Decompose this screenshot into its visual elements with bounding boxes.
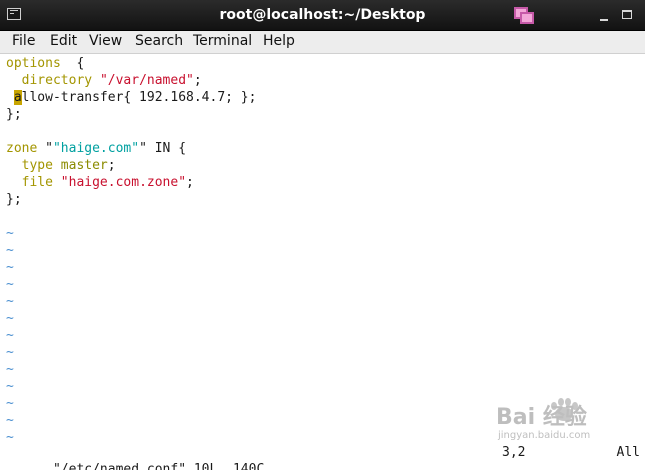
- editor-line-3: allow-transfer{ 192.168.4.7; };: [6, 89, 256, 106]
- menu-view[interactable]: View: [89, 31, 122, 53]
- empty-line-tilde: ~: [6, 345, 14, 360]
- text-cursor: a: [13, 90, 22, 105]
- empty-line-tilde: ~: [6, 277, 14, 292]
- domain-name: "haige.com": [52, 141, 140, 156]
- menu-file[interactable]: File: [12, 31, 35, 53]
- watermark-logo-text: Bai 经验: [496, 404, 587, 430]
- empty-line-tilde: ~: [6, 379, 14, 394]
- menu-search[interactable]: Search: [135, 31, 183, 53]
- menu-terminal[interactable]: Terminal: [193, 31, 252, 53]
- string: "haige.com.zone": [60, 175, 187, 190]
- menu-bar: File Edit View Search Terminal Help: [0, 31, 645, 54]
- editor-line-7: type master;: [6, 157, 116, 174]
- keyword: file: [21, 175, 53, 190]
- keyword: type: [21, 158, 53, 173]
- status-file-info: "/etc/named.conf" 10L, 140C: [52, 462, 265, 470]
- minimize-icon[interactable]: [600, 19, 608, 21]
- editor-line-9: };: [6, 192, 22, 207]
- menu-help[interactable]: Help: [263, 31, 295, 53]
- code-text: llow-transfer{ 192.168.4.7; };: [21, 90, 257, 105]
- watermark-url: jingyan.baidu.com: [497, 430, 590, 441]
- status-scroll-indicator: All: [616, 445, 640, 460]
- restore-window-icon[interactable]: [514, 7, 536, 25]
- code-text: ;: [107, 158, 116, 173]
- empty-line-tilde: ~: [6, 396, 14, 411]
- window-title: root@localhost:~/Desktop: [219, 7, 426, 23]
- code-text: ;: [193, 73, 202, 88]
- keyword: options: [6, 56, 61, 71]
- empty-line-tilde: ~: [6, 226, 14, 241]
- status-cursor-position: 3,2: [502, 445, 526, 460]
- empty-line-tilde: ~: [6, 413, 14, 428]
- editor-line-1: options {: [6, 55, 84, 72]
- value: master: [52, 158, 108, 173]
- empty-line-tilde: ~: [6, 328, 14, 343]
- code-text: {: [60, 56, 85, 71]
- editor-line-4: };: [6, 107, 22, 122]
- keyword: zone: [6, 141, 38, 156]
- code-text: IN {: [146, 141, 187, 156]
- editor-line-8: file "haige.com.zone";: [6, 174, 194, 191]
- keyword: directory: [21, 73, 93, 88]
- baidu-watermark: Bai 经验 jingyan.baidu.com: [496, 398, 590, 441]
- menu-edit[interactable]: Edit: [50, 31, 77, 53]
- code-text: ;: [186, 175, 194, 190]
- empty-line-tilde: ~: [6, 260, 14, 275]
- terminal-window: root@localhost:~/Desktop File Edit View …: [0, 0, 645, 470]
- editor-line-2: directory "/var/named";: [6, 72, 202, 89]
- empty-line-tilde: ~: [6, 243, 14, 258]
- empty-line-tilde: ~: [6, 294, 14, 309]
- vim-status-line: "/etc/named.conf" 10L, 140C 3,2 All: [6, 444, 640, 470]
- string: "/var/named": [99, 73, 194, 88]
- string: ""haige.com"": [45, 141, 147, 156]
- empty-line-tilde: ~: [6, 362, 14, 377]
- empty-line-tilde: ~: [6, 311, 14, 326]
- editor-line-6: zone ""haige.com"" IN {: [6, 140, 186, 157]
- title-bar[interactable]: root@localhost:~/Desktop: [0, 0, 645, 31]
- maximize-icon[interactable]: [622, 10, 632, 19]
